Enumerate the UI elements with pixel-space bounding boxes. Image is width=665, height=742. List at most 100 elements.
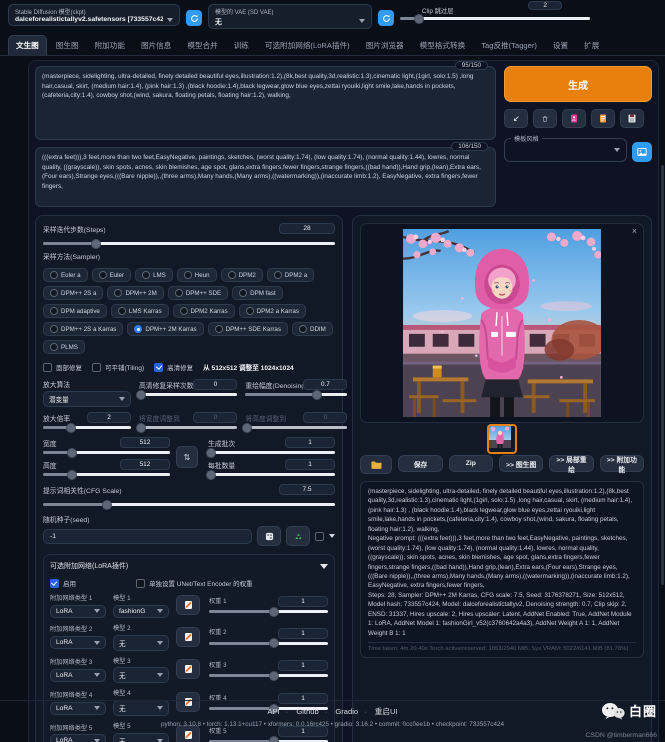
tab-png-info[interactable]: 图片信息 bbox=[134, 36, 178, 55]
resize-height-slider[interactable] bbox=[245, 426, 347, 429]
sampler-option[interactable]: Heun bbox=[177, 268, 217, 282]
tab-img2img[interactable]: 图生图 bbox=[49, 36, 86, 55]
sampler-option[interactable]: Euler a bbox=[43, 268, 88, 282]
sampler-option[interactable]: DPM2 a Karras bbox=[239, 304, 306, 318]
generate-button[interactable]: 生成 bbox=[504, 66, 652, 102]
lora-model-dropdown[interactable]: fashionG bbox=[113, 605, 169, 618]
paste-params-button[interactable] bbox=[504, 109, 528, 128]
save-button[interactable]: 保存 bbox=[398, 455, 442, 472]
height-slider[interactable] bbox=[43, 473, 170, 476]
extra-seed-checkbox[interactable] bbox=[315, 532, 324, 541]
gradio-link[interactable]: Gradio bbox=[335, 707, 358, 716]
clip-skip-slider[interactable] bbox=[400, 17, 590, 20]
denoise-value[interactable]: 0.7 bbox=[303, 379, 347, 390]
lora-weight-slider[interactable] bbox=[209, 674, 328, 677]
lora-enable-checkbox[interactable] bbox=[50, 579, 59, 588]
batch-count-value[interactable]: 1 bbox=[285, 437, 335, 448]
tab-tagger[interactable]: Tag反推(Tagger) bbox=[474, 36, 544, 55]
result-thumbnail[interactable] bbox=[487, 424, 517, 454]
hires-steps-slider[interactable] bbox=[139, 393, 237, 396]
tab-settings[interactable]: 设置 bbox=[546, 36, 575, 55]
additional-networks-header[interactable]: 可选附加网络(LoRA插件) bbox=[50, 561, 328, 571]
lora-weight-value[interactable]: 1 bbox=[278, 596, 328, 607]
sampler-option[interactable]: DPM2 Karras bbox=[173, 304, 235, 318]
refresh-checkpoint-button[interactable] bbox=[186, 10, 202, 26]
save-style-button[interactable] bbox=[620, 109, 644, 128]
tab-txt2img[interactable]: 文生图 bbox=[8, 35, 47, 55]
batch-count-slider[interactable] bbox=[208, 451, 335, 454]
resize-width-slider[interactable] bbox=[139, 426, 237, 429]
tab-extras[interactable]: 附加功能 bbox=[88, 36, 132, 55]
send-to-inpaint-button[interactable]: >> 局部重绘 bbox=[549, 455, 593, 472]
cfg-slider[interactable] bbox=[43, 503, 335, 506]
sampler-option[interactable]: Euler bbox=[92, 268, 131, 282]
batch-size-value[interactable]: 1 bbox=[285, 459, 335, 470]
upscaler-dropdown[interactable]: 潜变量 bbox=[43, 391, 131, 407]
upscale-by-slider[interactable] bbox=[43, 426, 131, 429]
lora-weight-slider[interactable] bbox=[209, 642, 328, 645]
hires-steps-value[interactable]: 0 bbox=[193, 379, 237, 390]
lora-type-dropdown[interactable]: LoRA bbox=[50, 669, 106, 682]
random-seed-button[interactable] bbox=[257, 526, 281, 546]
sampler-option[interactable]: DPM2 a bbox=[267, 268, 314, 282]
swap-dimensions-button[interactable]: ⇅ bbox=[176, 446, 198, 468]
denoise-slider[interactable] bbox=[245, 393, 347, 396]
seed-expand-icon[interactable] bbox=[329, 534, 335, 538]
close-icon[interactable]: × bbox=[632, 226, 637, 236]
seed-input[interactable]: -1 bbox=[43, 529, 252, 544]
lora-type-dropdown[interactable]: LoRA bbox=[50, 734, 106, 742]
api-link[interactable]: API bbox=[267, 707, 279, 716]
width-value[interactable]: 512 bbox=[120, 437, 170, 448]
lora-paste-button[interactable] bbox=[176, 595, 200, 615]
lora-weight-slider[interactable] bbox=[209, 610, 328, 613]
sampler-option[interactable]: DPM++ 2S a Karras bbox=[43, 322, 123, 336]
sampler-option[interactable]: DDIM bbox=[292, 322, 333, 336]
generated-image[interactable] bbox=[403, 229, 601, 417]
lora-paste-button[interactable] bbox=[176, 627, 200, 647]
sampler-option[interactable]: DPM++ 2S a bbox=[43, 286, 103, 300]
sampler-option[interactable]: LMS Karras bbox=[111, 304, 169, 318]
sampler-option[interactable]: DPM++ SDE bbox=[168, 286, 228, 300]
github-link[interactable]: Github bbox=[296, 707, 318, 716]
tab-checkpoint-merger[interactable]: 模型合并 bbox=[180, 36, 224, 55]
height-value[interactable]: 512 bbox=[120, 459, 170, 470]
lora-model-dropdown[interactable]: 无 bbox=[113, 635, 169, 651]
hires-fix-checkbox[interactable] bbox=[154, 363, 163, 372]
separate-weights-checkbox[interactable] bbox=[136, 579, 145, 588]
tiling-checkbox[interactable] bbox=[92, 363, 101, 372]
tab-additional-networks[interactable]: 可选附加网络(LoRA插件) bbox=[258, 36, 357, 55]
style-dropdown[interactable]: 模板风格 bbox=[504, 138, 627, 162]
zip-button[interactable]: Zip bbox=[449, 455, 493, 472]
send-to-extras-button[interactable]: >> 附加功能 bbox=[600, 455, 644, 472]
lora-weight-value[interactable]: 1 bbox=[278, 660, 328, 671]
tab-model-converter[interactable]: 模型格式转换 bbox=[413, 36, 473, 55]
cfg-value[interactable]: 7.5 bbox=[279, 484, 335, 495]
sampler-option-selected[interactable]: DPM++ 2M Karras bbox=[127, 322, 203, 336]
lora-paste-button[interactable] bbox=[176, 659, 200, 679]
style-image-button[interactable] bbox=[632, 142, 652, 162]
clear-prompt-button[interactable] bbox=[533, 109, 557, 128]
reuse-seed-button[interactable] bbox=[286, 526, 310, 546]
open-folder-button[interactable] bbox=[360, 455, 392, 474]
sampler-option[interactable]: DPM adaptive bbox=[43, 304, 107, 318]
send-to-img2img-button[interactable]: >> 图生图 bbox=[499, 455, 543, 472]
resize-width-value[interactable]: 0 bbox=[193, 412, 237, 423]
tab-extensions[interactable]: 扩展 bbox=[577, 36, 606, 55]
tab-train[interactable]: 训练 bbox=[227, 36, 256, 55]
sampler-option[interactable]: LMS bbox=[135, 268, 173, 282]
steps-value[interactable]: 28 bbox=[279, 223, 335, 234]
face-restore-checkbox[interactable] bbox=[43, 363, 52, 372]
sampler-option[interactable]: DPM2 bbox=[221, 268, 263, 282]
width-slider[interactable] bbox=[43, 451, 170, 454]
sampler-option[interactable]: PLMS bbox=[43, 340, 85, 354]
checkpoint-dropdown[interactable]: Stable Diffusion 模型(ckpt) dalceforealist… bbox=[8, 4, 180, 26]
clip-skip-value[interactable]: 2 bbox=[528, 1, 562, 10]
apply-style-button[interactable] bbox=[591, 109, 615, 128]
lora-type-dropdown[interactable]: LoRA bbox=[50, 605, 106, 618]
sampler-option[interactable]: DPM++ SDE Karras bbox=[208, 322, 288, 336]
restart-ui-link[interactable]: 重启UI bbox=[375, 707, 398, 716]
lora-weight-value[interactable]: 1 bbox=[278, 628, 328, 639]
upscale-by-value[interactable]: 2 bbox=[87, 412, 131, 423]
extra-networks-button[interactable] bbox=[562, 109, 586, 128]
resize-height-value[interactable]: 0 bbox=[303, 412, 347, 423]
